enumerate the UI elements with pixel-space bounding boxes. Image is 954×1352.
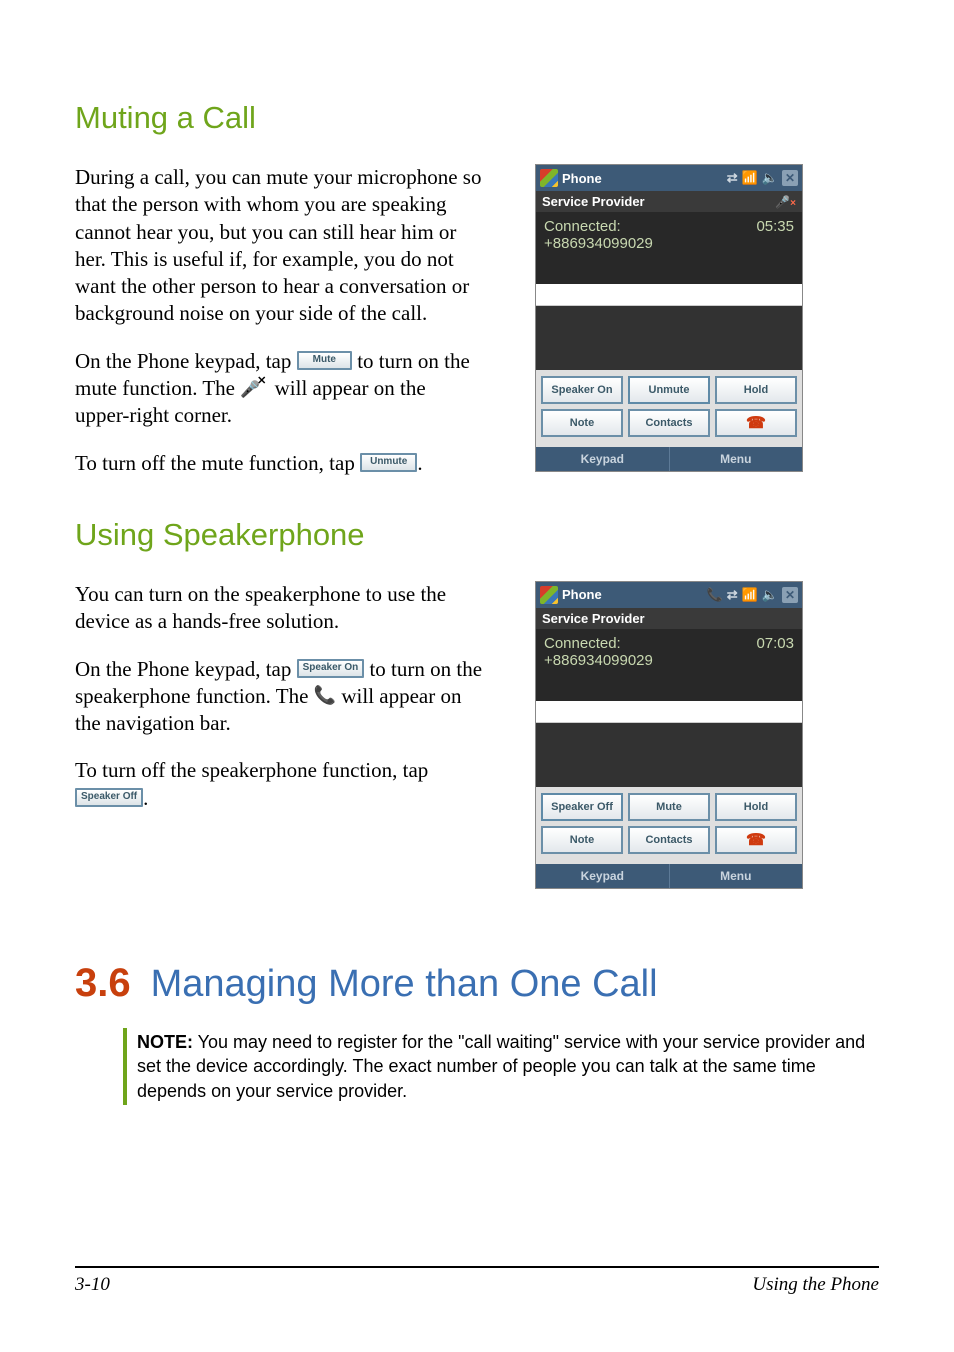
chapter-number: 3.6 [75,961,131,1005]
heading-speakerphone: Using Speakerphone [75,517,879,553]
speakerphone-status-icon: 📞 [707,587,723,603]
unmute-button[interactable]: Unmute [628,376,710,404]
titlebar: Phone 📞 ⇄ 📶 🔈 ✕ [536,582,802,608]
app-title: Phone [562,171,602,186]
provider-label: Service Provider [542,194,645,209]
page-footer: 3-10 Using the Phone [75,1266,879,1296]
inline-speaker-on-button: Speaker On [297,659,365,678]
page-number: 3-10 [75,1274,110,1296]
start-icon[interactable] [540,586,558,604]
heading-muting: Muting a Call [75,100,879,136]
start-icon[interactable] [540,169,558,187]
hold-button[interactable]: Hold [715,376,797,404]
muting-paragraph-3: To turn off the mute function, tap Unmut… [75,450,485,477]
connectivity-icon: ⇄ [727,170,738,186]
call-duration: 07:03 [756,635,794,652]
spacer [536,306,802,370]
speaker-off-button[interactable]: Speaker Off [541,793,623,821]
contacts-button[interactable]: Contacts [628,826,710,854]
titlebar: Phone ⇄ 📶 🔈 ✕ [536,165,802,191]
speaker-paragraph-3: To turn off the speakerphone function, t… [75,757,485,812]
note-button[interactable]: Note [541,826,623,854]
speakerphone-icon: 📞 [314,684,336,707]
note-label: NOTE: [137,1032,193,1052]
speaker-on-button[interactable]: Speaker On [541,376,623,404]
bottombar: Keypad Menu [536,864,802,888]
divider [536,284,802,306]
text: To turn off the speakerphone function, t… [75,758,428,782]
text: On the Phone keypad, tap [75,349,297,373]
close-icon[interactable]: ✕ [782,587,798,603]
menu-softkey[interactable]: Menu [670,447,803,471]
keypad-softkey[interactable]: Keypad [536,447,669,471]
mute-button[interactable]: Mute [628,793,710,821]
app-title: Phone [562,587,602,602]
call-duration: 05:35 [756,218,794,235]
end-call-icon: ☎ [746,413,766,433]
note-button[interactable]: Note [541,409,623,437]
phone-mock-speaker: Phone 📞 ⇄ 📶 🔈 ✕ Service Provider Connect… [535,581,803,889]
provider-label: Service Provider [542,611,645,626]
menu-softkey[interactable]: Menu [670,864,803,888]
text: . [143,786,148,810]
end-call-icon: ☎ [746,830,766,850]
inline-unmute-button: Unmute [360,453,417,472]
bottombar: Keypad Menu [536,447,802,471]
text: To turn off the mute function, tap [75,451,360,475]
connected-number: +886934099029 [544,652,794,669]
mute-icon: 🎤✕ [240,378,269,401]
footer-title: Using the Phone [752,1274,879,1296]
chapter-title: Managing More than One Call [151,963,658,1005]
speaker-paragraph-1: You can turn on the speakerphone to use … [75,581,485,636]
contacts-button[interactable]: Contacts [628,409,710,437]
divider [536,701,802,723]
chapter-heading: 3.6 Managing More than One Call [75,961,879,1006]
spacer [536,723,802,787]
inline-speaker-off-button: Speaker Off [75,788,143,807]
note-block: NOTE: You may need to register for the "… [123,1028,879,1105]
provider-bar: Service Provider [536,608,802,629]
mute-badge-icon: 🎤× [775,195,796,209]
hold-button[interactable]: Hold [715,793,797,821]
keypad-softkey[interactable]: Keypad [536,864,669,888]
signal-icon: 📶 [742,587,758,603]
connected-number: +886934099029 [544,235,794,252]
call-info: Connected: +886934099029 05:35 [536,212,802,284]
end-call-button[interactable]: ☎ [715,409,797,437]
text: . [417,451,422,475]
phone-mock-mute: Phone ⇄ 📶 🔈 ✕ Service Provider 🎤× Connec… [535,164,803,472]
muting-paragraph-2: On the Phone keypad, tap Mute to turn on… [75,348,485,430]
close-icon[interactable]: ✕ [782,170,798,186]
signal-icon: 📶 [742,170,758,186]
muting-paragraph-1: During a call, you can mute your microph… [75,164,485,328]
end-call-button[interactable]: ☎ [715,826,797,854]
connectivity-icon: ⇄ [727,587,738,603]
provider-bar: Service Provider 🎤× [536,191,802,212]
speaker-paragraph-2: On the Phone keypad, tap Speaker On to t… [75,656,485,738]
inline-mute-button: Mute [297,351,352,370]
note-text: You may need to register for the "call w… [137,1032,865,1101]
call-info: Connected: +886934099029 07:03 [536,629,802,701]
volume-icon: 🔈 [762,170,778,186]
volume-icon: 🔈 [762,587,778,603]
text: On the Phone keypad, tap [75,657,297,681]
